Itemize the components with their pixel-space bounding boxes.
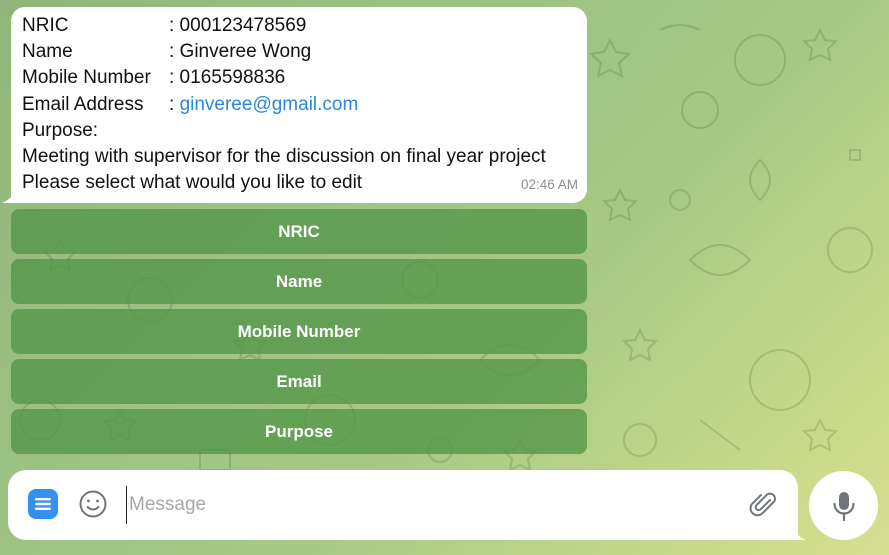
field-row-nric: NRIC : 000123478569 [22, 13, 577, 39]
bot-menu-button[interactable] [28, 489, 58, 519]
keyboard-button-purpose[interactable]: Purpose [11, 409, 587, 454]
field-row-name: Name : Ginveree Wong [22, 39, 577, 65]
bot-message-bubble: NRIC : 000123478569 Name : Ginveree Wong… [11, 7, 587, 203]
smiley-icon [79, 490, 107, 518]
edit-prompt: Please select what would you like to edi… [22, 172, 363, 194]
field-value: : 000123478569 [169, 15, 307, 36]
field-label: NRIC [22, 15, 69, 36]
microphone-icon [832, 491, 855, 521]
paperclip-icon [749, 492, 776, 517]
field-value: : ginveree@gmail.com [169, 92, 358, 118]
field-value: : 0165598836 [169, 67, 286, 89]
message-time: 02:46 AM [520, 176, 578, 192]
message-input[interactable] [126, 486, 731, 524]
field-label: Name [22, 41, 73, 63]
field-row-email: Email Address : ginveree@gmail.com [22, 92, 577, 118]
field-label: Email Address [22, 93, 144, 115]
attach-button[interactable] [748, 488, 778, 520]
field-value-prefix: : [169, 93, 180, 115]
emoji-button[interactable] [78, 489, 108, 519]
field-value: : Ginveree Wong [169, 41, 312, 63]
composer-tail [792, 526, 806, 540]
voice-record-button[interactable] [809, 471, 878, 540]
keyboard-button-email[interactable]: Email [11, 359, 587, 404]
field-row-mobile: Mobile Number : 0165598836 [22, 65, 577, 91]
bubble-tail [2, 189, 16, 203]
purpose-label: Purpose: [22, 119, 99, 141]
message-composer [8, 470, 798, 540]
email-link[interactable]: ginveree@gmail.com [180, 94, 359, 115]
purpose-text: Meeting with supervisor for the discussi… [22, 146, 546, 168]
field-label: Mobile Number [22, 67, 151, 89]
keyboard-button-nric[interactable]: NRIC [11, 209, 587, 254]
keyboard-button-mobile-number[interactable]: Mobile Number [11, 309, 587, 354]
keyboard-button-name[interactable]: Name [11, 259, 587, 304]
menu-icon [35, 498, 51, 510]
